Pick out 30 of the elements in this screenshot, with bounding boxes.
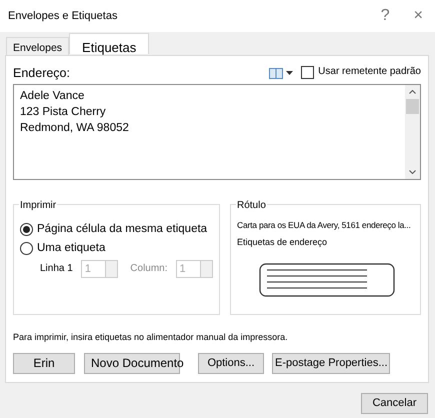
window-title: Envelopes e Etiquetas [8, 8, 118, 24]
label-description: Carta para os EUA da Avery, 5161 endereço la... [237, 219, 412, 232]
radio-button[interactable] [20, 223, 33, 236]
note-text: Para imprimir, insira etiquetas no alimentador manual da impressora. [13, 331, 289, 344]
action-button[interactable]: Erin [13, 352, 75, 374]
action-button[interactable]: Options... [198, 352, 264, 374]
scroll-up-icon[interactable] [409, 90, 416, 94]
address-line: Adele Vance [20, 89, 86, 104]
tab[interactable]: Envelopes [6, 37, 70, 55]
radio-label: Página célula da mesma etiqueta [37, 222, 208, 237]
checkbox-label: Usar remetente padrão [318, 65, 421, 79]
action-button[interactable]: E-postage Properties... [272, 352, 390, 374]
group-title: Imprimir [19, 198, 58, 213]
tab[interactable]: Etiquetas [69, 33, 150, 54]
address-line: 123 Pista Cherry [20, 105, 107, 120]
scrollbar-thumb[interactable] [406, 99, 419, 114]
label-type: Etiquetas de endereço [237, 236, 328, 249]
close-button[interactable]: × [414, 8, 423, 24]
address-field[interactable]: Adele Vance 123 Pista Cherry Redmond, WA 98052 [13, 84, 421, 180]
address-line: Redmond, WA 98052 [20, 121, 130, 136]
scroll-down-icon[interactable] [409, 170, 416, 174]
column-label: Column: [130, 262, 168, 276]
radio-button[interactable] [20, 242, 33, 256]
checkbox[interactable] [301, 66, 314, 79]
address-label: Endereço: [13, 65, 71, 82]
cancel-button[interactable]: Cancelar [361, 393, 428, 414]
radio-label: Uma etiqueta [37, 241, 106, 256]
address-book-icon[interactable] [269, 68, 294, 79]
help-button[interactable]: ? [380, 8, 390, 24]
row-label: Linha 1 [40, 262, 73, 276]
